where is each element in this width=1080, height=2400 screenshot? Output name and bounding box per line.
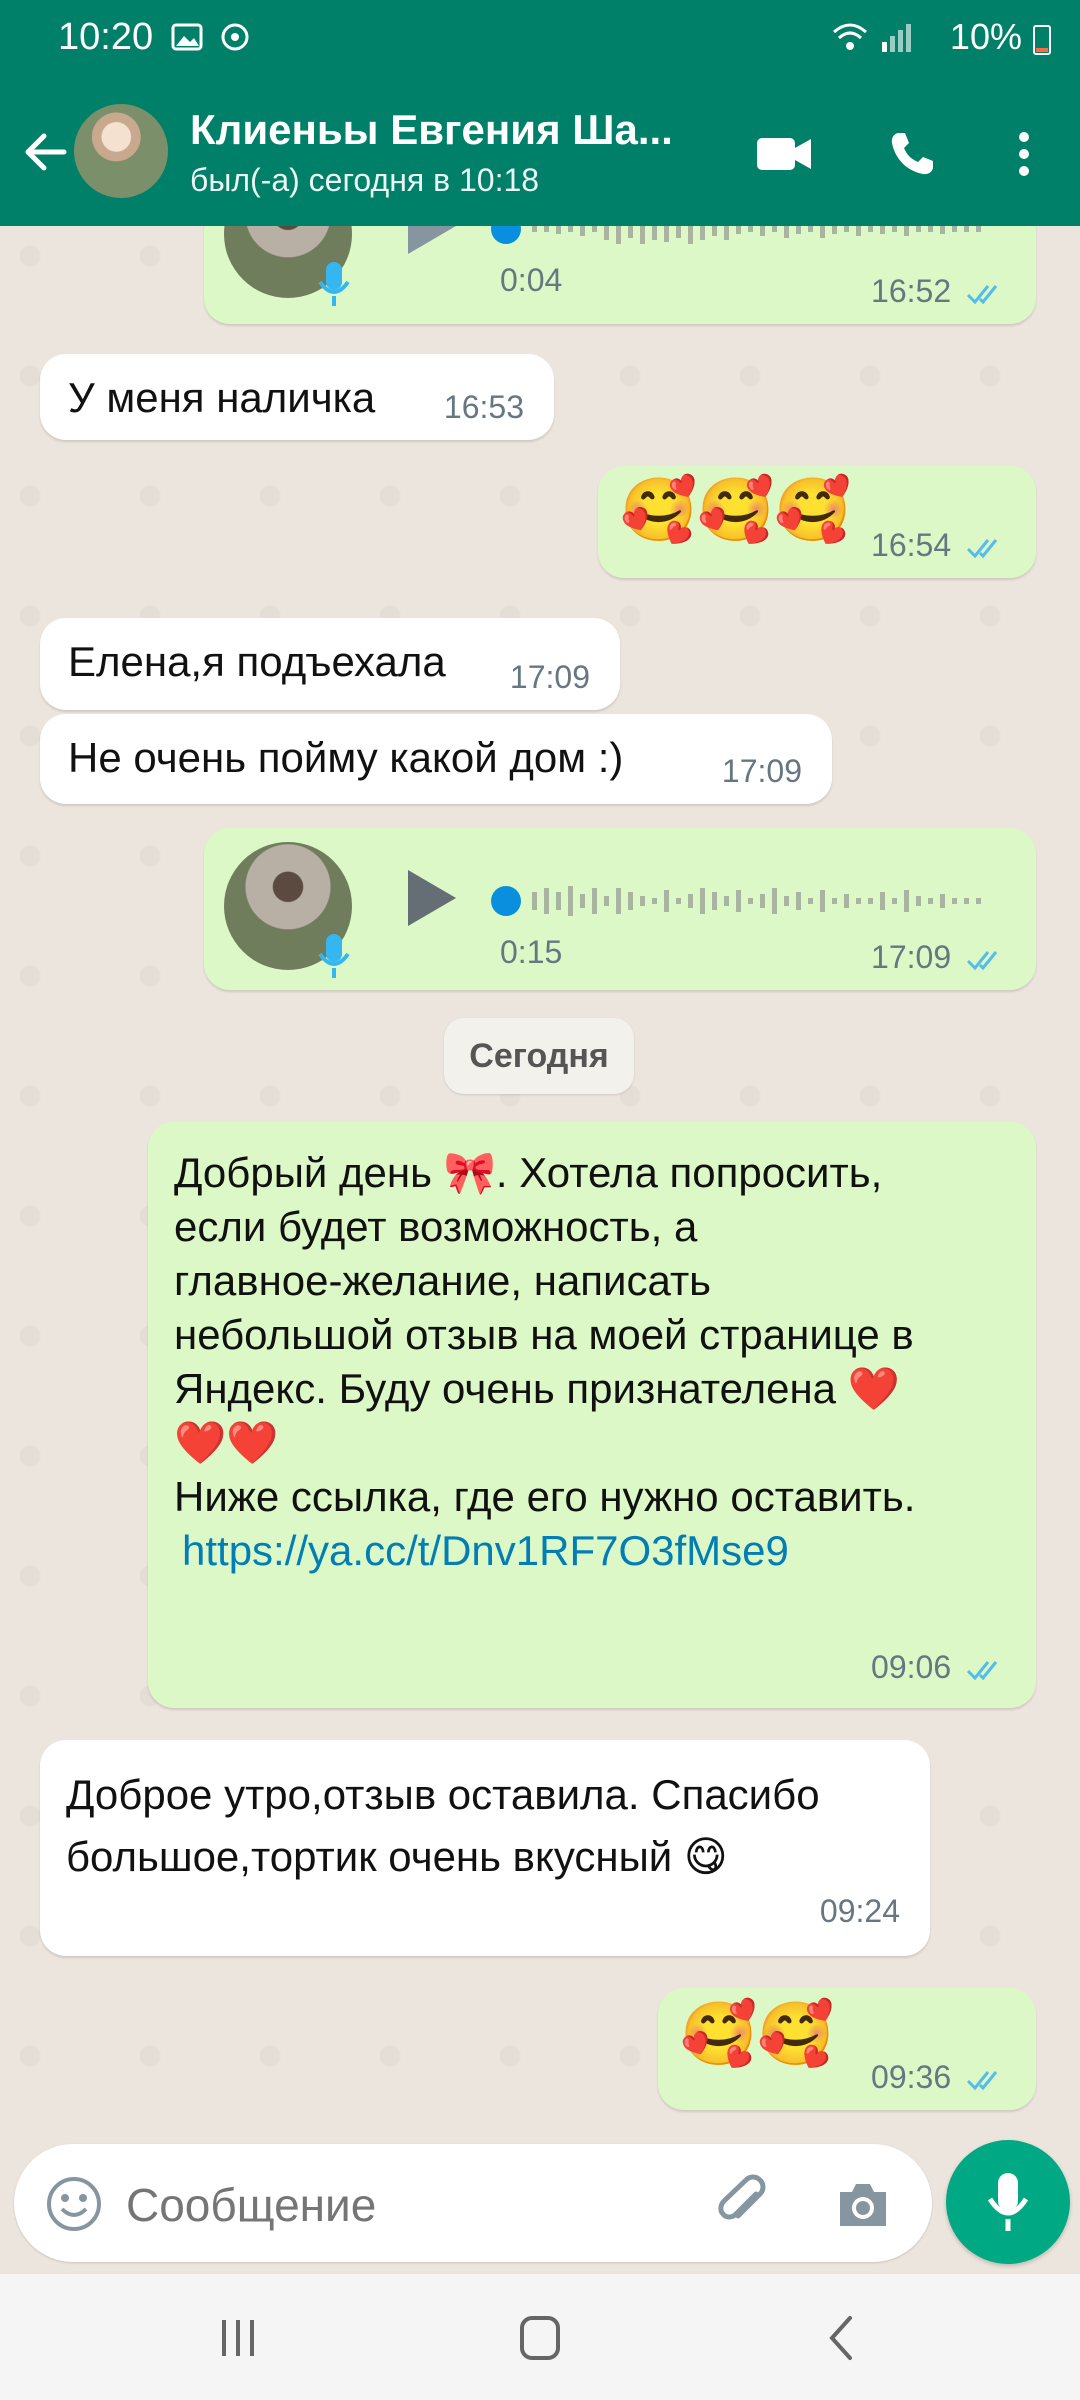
message-time: 17:09: [721, 753, 802, 789]
message-line: если будет возможность, а: [174, 1203, 698, 1250]
status-bar: 10:20 10%: [0, 0, 1080, 78]
mic-icon: [318, 262, 350, 306]
read-ticks-icon: [966, 538, 998, 558]
waveform[interactable]: [484, 226, 1004, 254]
video-call-button[interactable]: [752, 122, 816, 186]
chat-history[interactable]: 0:04 16:52 У меня наличка 16:53 🥰🥰🥰 16:5…: [0, 226, 1080, 2126]
voice-record-button[interactable]: [946, 2140, 1070, 2264]
attach-icon[interactable]: [714, 2174, 776, 2236]
kebab-menu-icon: [1019, 132, 1029, 176]
message-link[interactable]: https://ya.cc/t/Dnv1RF7O3fMse9: [182, 1527, 789, 1574]
message-line: небольшой отзыв на моей странице в: [174, 1311, 914, 1358]
message-line: Доброе утро,отзыв оставила. Спасибо: [66, 1771, 820, 1818]
chat-header: Клиеньы Евгения Ша... был(-а) сегодня в …: [0, 78, 1080, 226]
message-time: 17:09: [509, 659, 590, 695]
voice-message-out[interactable]: 0:15 17:09: [204, 828, 1036, 990]
camera-icon[interactable]: [832, 2174, 894, 2236]
back-arrow-icon[interactable]: [18, 124, 74, 180]
contact-avatar[interactable]: [74, 104, 168, 198]
battery-icon: [1033, 25, 1051, 56]
mic-icon: [987, 2173, 1029, 2231]
read-ticks-icon: [966, 950, 998, 970]
battery-level: 10%: [950, 16, 1052, 58]
home-icon[interactable]: [510, 2314, 570, 2362]
message-out[interactable]: Добрый день 🎀. Хотела попросить, если бу…: [148, 1122, 1036, 1708]
date-separator: Сегодня: [444, 1018, 634, 1094]
voice-duration: 0:15: [500, 934, 563, 970]
message-input[interactable]: [126, 2178, 686, 2232]
read-ticks-icon: [966, 1660, 998, 1680]
message-time: 09:06: [871, 1640, 1006, 1694]
read-ticks-icon: [966, 284, 998, 304]
voice-call-button[interactable]: [880, 122, 944, 186]
voice-duration: 0:04: [500, 262, 563, 298]
signal-icon: [882, 24, 911, 52]
read-ticks-icon: [966, 2070, 998, 2090]
message-composer: [14, 2144, 932, 2262]
emoji-icon[interactable]: [44, 2174, 104, 2234]
message-in[interactable]: У меня наличка 16:53: [40, 354, 554, 440]
message-out[interactable]: 🥰🥰 09:36: [658, 1988, 1036, 2110]
more-options-button[interactable]: [992, 122, 1056, 186]
system-nav-bar: [0, 2274, 1080, 2400]
message-line: Ниже ссылка, где его нужно оставить.: [174, 1473, 916, 1520]
contact-status: был(-а) сегодня в 10:18: [190, 162, 540, 198]
message-time: 16:54: [871, 527, 1006, 564]
back-icon[interactable]: [812, 2314, 872, 2362]
message-emoji: 🥰🥰: [680, 2000, 835, 2069]
recent-apps-icon[interactable]: [208, 2314, 268, 2362]
gallery-icon: [171, 23, 203, 51]
message-emoji: 🥰🥰🥰: [620, 476, 852, 545]
voice-message-out[interactable]: 0:04 16:52: [204, 226, 1036, 324]
play-icon[interactable]: [400, 226, 460, 258]
message-time: 09:24: [819, 1893, 900, 1929]
message-line: Яндекс. Буду очень признателена ❤️: [174, 1365, 900, 1412]
play-icon[interactable]: [400, 866, 460, 930]
message-line: Добрый день 🎀. Хотела попросить,: [174, 1149, 883, 1196]
message-time: 16:53: [443, 389, 524, 425]
message-time: 17:09: [871, 939, 1006, 976]
message-out[interactable]: 🥰🥰🥰 16:54: [598, 466, 1036, 578]
message-text: Елена,я подъехала: [68, 638, 446, 685]
contact-name[interactable]: Клиеньы Евгения Ша...: [190, 106, 673, 154]
wifi-icon: [833, 23, 867, 50]
sync-icon: [221, 23, 249, 51]
message-text: У меня наличка: [68, 374, 376, 421]
message-line: большое,тортик очень вкусный 😋: [66, 1833, 728, 1880]
phone-icon: [891, 133, 933, 175]
message-line: главное-желание, написать: [174, 1257, 712, 1304]
waveform[interactable]: [484, 876, 1004, 926]
message-line: ❤️❤️: [174, 1419, 279, 1466]
mic-icon: [318, 934, 350, 978]
message-time: 09:36: [871, 2059, 1006, 2096]
status-time: 10:20: [58, 16, 154, 58]
message-time: 16:52: [871, 273, 1006, 310]
message-in[interactable]: Не очень пойму какой дом :) 17:09: [40, 714, 832, 804]
message-in[interactable]: Доброе утро,отзыв оставила. Спасибо боль…: [40, 1740, 930, 1956]
message-text: Не очень пойму какой дом :): [68, 734, 624, 781]
video-camera-icon: [757, 138, 811, 170]
message-in[interactable]: Елена,я подъехала 17:09: [40, 618, 620, 710]
